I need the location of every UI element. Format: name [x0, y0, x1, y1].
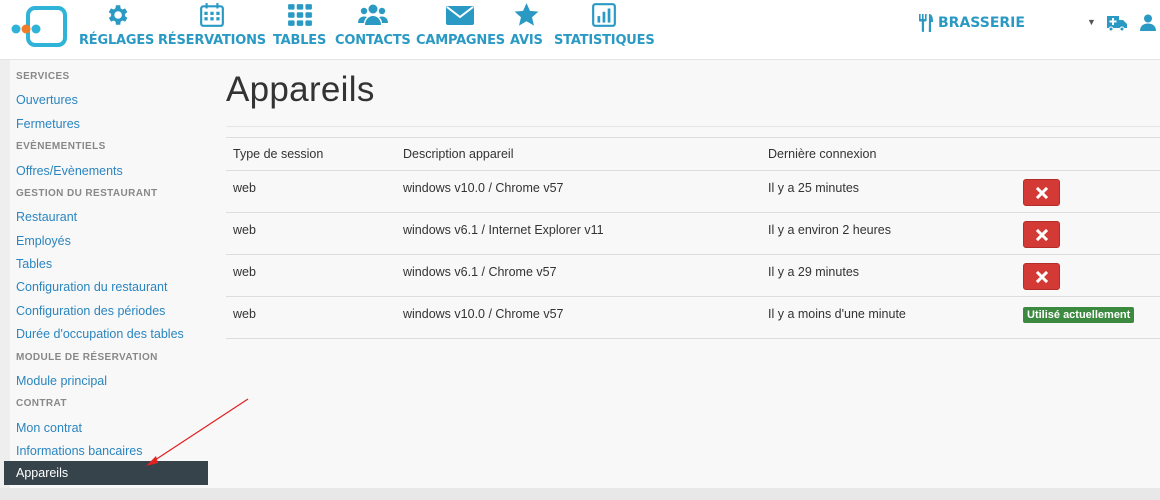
table-header-row: Type de session Description appareil Der… [226, 137, 1160, 171]
table-row: web windows v6.1 / Internet Explorer v11… [226, 212, 1160, 255]
sidebar-item-fermetures[interactable]: Fermetures [16, 117, 80, 131]
sidebar-item-ouvertures[interactable]: Ouvertures [16, 93, 78, 107]
session-type: web [226, 170, 396, 213]
device-description: windows v6.1 / Internet Explorer v11 [396, 212, 761, 255]
grid-icon [287, 4, 312, 26]
session-type: web [226, 212, 396, 255]
session-type: web [226, 254, 396, 297]
delete-session-button[interactable] [1023, 221, 1060, 248]
column-header: Description appareil [396, 137, 761, 171]
nav-contacts[interactable]: CONTACTS [335, 2, 411, 54]
sidebar-item-config-restaurant[interactable]: Configuration du restaurant [16, 280, 167, 294]
nav-tables[interactable]: TABLES [273, 2, 326, 54]
sidebar-heading: GESTION DU RESTAURANT [16, 188, 158, 199]
delete-session-button[interactable] [1023, 263, 1060, 290]
sidebar-item-duree-occupation[interactable]: Durée d'occupation des tables [16, 327, 184, 341]
nav-label: RÉSERVATIONS [158, 33, 266, 48]
close-icon [1036, 229, 1048, 241]
nav-campagnes[interactable]: CAMPAGNES [416, 2, 505, 54]
restaurant-selector[interactable]: BRASSERIE [918, 14, 1025, 32]
envelope-icon [446, 6, 475, 25]
ambulance-icon[interactable] [1107, 15, 1127, 31]
footer-strip [0, 488, 1160, 500]
last-connection: Il y a 25 minutes [761, 170, 1016, 213]
sidebar-heading: MODULE DE RÉSERVATION [16, 352, 158, 363]
restaurant-name: BRASSERIE [938, 15, 1025, 31]
last-connection: Il y a moins d'une minute [761, 296, 1016, 339]
nav-reglages[interactable]: RÉGLAGES [79, 2, 154, 54]
top-navbar: RÉGLAGES RÉSERVATIONS TABLES CONTACTS CA… [0, 0, 1160, 60]
column-header: Dernière connexion [761, 137, 1016, 171]
sidebar-heading: EVÈNEMENTIELS [16, 141, 106, 152]
column-header [1016, 137, 1160, 171]
sidebar-heading: SERVICES [16, 71, 70, 82]
close-icon [1036, 187, 1048, 199]
chart-icon [592, 3, 617, 27]
table-row: web windows v6.1 / Chrome v57 Il y a 29 … [226, 254, 1160, 297]
close-icon [1036, 271, 1048, 283]
caret-down-icon[interactable]: ▼ [1087, 17, 1096, 27]
star-icon [514, 3, 539, 26]
nav-label: TABLES [273, 33, 327, 48]
sidebar-item-mon-contrat[interactable]: Mon contrat [16, 421, 82, 435]
nav-label: STATISTIQUES [554, 33, 655, 48]
table-row: web windows v10.0 / Chrome v57 Il y a mo… [226, 296, 1160, 339]
sidebar-item-module-principal[interactable]: Module principal [16, 374, 107, 388]
sidebar-item-appareils[interactable]: Appareils [4, 461, 208, 485]
nav-label: CAMPAGNES [416, 33, 505, 48]
column-header: Type de session [226, 137, 396, 171]
device-description: windows v10.0 / Chrome v57 [396, 170, 761, 213]
sidebar-item-config-periodes[interactable]: Configuration des périodes [16, 304, 165, 318]
nav-label: CONTACTS [335, 33, 411, 48]
last-connection: Il y a environ 2 heures [761, 212, 1016, 255]
delete-session-button[interactable] [1023, 179, 1060, 206]
cutlery-icon [919, 14, 933, 32]
nav-avis[interactable]: AVIS [510, 2, 543, 54]
last-connection: Il y a 29 minutes [761, 254, 1016, 297]
users-icon [357, 4, 388, 25]
device-description: windows v10.0 / Chrome v57 [396, 296, 761, 339]
sidebar-item-tables[interactable]: Tables [16, 257, 52, 271]
devices-table: Type de session Description appareil Der… [226, 137, 1160, 339]
nav-statistiques[interactable]: STATISTIQUES [554, 2, 655, 54]
table-row: web windows v10.0 / Chrome v57 Il y a 25… [226, 170, 1160, 213]
device-description: windows v6.1 / Chrome v57 [396, 254, 761, 297]
page-title: Appareils [226, 70, 375, 109]
sidebar-item-infos-bancaires[interactable]: Informations bancaires [16, 444, 142, 458]
nav-label: AVIS [510, 33, 543, 48]
logo-icon[interactable] [10, 6, 68, 48]
gear-icon [108, 5, 128, 25]
divider [226, 126, 1160, 127]
sidebar-item-offres[interactable]: Offres/Evènements [16, 164, 123, 178]
sidebar-item-restaurant[interactable]: Restaurant [16, 210, 77, 224]
user-icon[interactable] [1140, 14, 1156, 31]
sidebar-border [0, 60, 10, 500]
nav-reservations[interactable]: RÉSERVATIONS [158, 2, 266, 54]
session-type: web [226, 296, 396, 339]
sidebar-heading: CONTRAT [16, 398, 67, 409]
nav-label: RÉGLAGES [79, 33, 155, 48]
sidebar-item-employes[interactable]: Employés [16, 234, 71, 248]
current-session-badge: Utilisé actuellement [1023, 307, 1135, 323]
calendar-icon [200, 3, 224, 27]
